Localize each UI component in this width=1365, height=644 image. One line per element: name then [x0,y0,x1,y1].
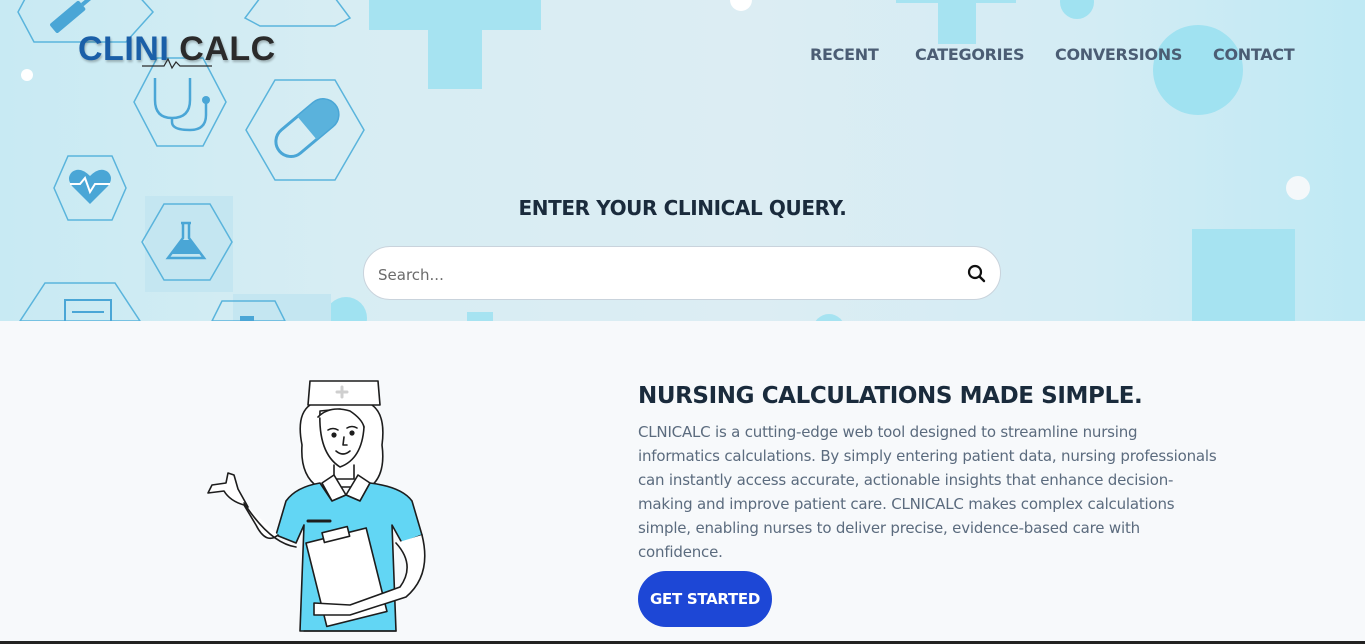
nav-conversions[interactable]: CONVERSIONS [1055,45,1182,64]
nav-categories[interactable]: CATEGORIES [915,45,1025,64]
get-started-button[interactable]: GET STARTED [638,571,772,627]
feature-description: CLNICALC is a cutting-edge web tool desi… [638,423,1217,561]
hero-section: CLINI CALC RECENT CATEGORIES CONVERSIONS … [0,0,1365,321]
nurse-illustration [207,380,426,632]
search-input[interactable] [376,261,940,289]
nav-recent[interactable]: RECENT [810,45,879,64]
main-nav: RECENT CATEGORIES CONVERSIONS CONTACT [0,45,1365,65]
search-icon[interactable] [964,261,990,287]
search-bar [363,246,1001,300]
nav-contact[interactable]: CONTACT [1213,45,1295,64]
query-heading: ENTER YOUR CLINICAL QUERY. [518,196,847,220]
feature-title: NURSING CALCULATIONS MADE SIMPLE. [638,383,1143,409]
